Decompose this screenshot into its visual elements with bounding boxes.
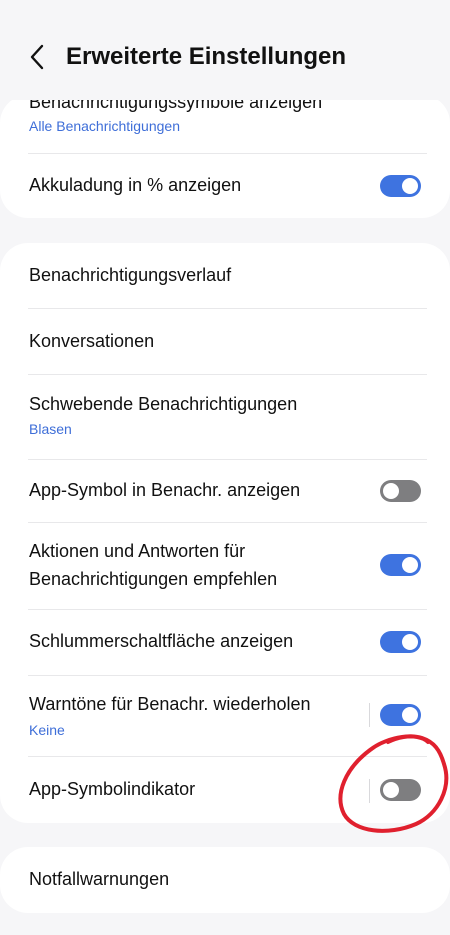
back-button[interactable] — [20, 40, 54, 74]
vertical-separator — [369, 779, 370, 803]
setting-label: App-Symbolindikator — [29, 779, 196, 799]
setting-label: Schlummerschaltfläche anzeigen — [29, 631, 294, 651]
setting-suggest-actions-replies[interactable]: Aktionen und Antworten für Benachrichtig… — [0, 523, 450, 609]
snooze-button-toggle[interactable] — [380, 631, 421, 653]
setting-conversations[interactable]: Konversationen — [0, 309, 450, 374]
setting-notification-icons[interactable]: Benachrichtigungssymbole anzeigen Alle B… — [0, 95, 450, 153]
setting-floating-notifications[interactable]: Schwebende Benachrichtigungen Blasen — [0, 375, 450, 459]
setting-label-line2: Benachrichtigungen empfehlen — [29, 569, 278, 589]
vertical-separator — [369, 703, 370, 727]
repeat-sounds-toggle[interactable] — [380, 704, 421, 726]
setting-emergency-alerts[interactable]: Notfallwarnungen — [0, 847, 450, 913]
setting-label: Warntöne für Benachr. wiederholen — [29, 694, 311, 714]
toggle-knob — [383, 483, 399, 499]
toggle-knob — [402, 634, 418, 650]
suggest-actions-toggle[interactable] — [380, 554, 421, 576]
setting-app-icon-badges[interactable]: App-Symbolindikator — [0, 757, 450, 823]
setting-label: App-Symbol in Benachr. anzeigen — [29, 480, 301, 500]
toggle-knob — [402, 707, 418, 723]
setting-label-line1: Aktionen und Antworten für — [29, 541, 246, 561]
setting-snooze-button[interactable]: Schlummerschaltfläche anzeigen — [0, 610, 450, 675]
toggle-knob — [402, 557, 418, 573]
page-title: Erweiterte Einstellungen — [66, 43, 347, 70]
app-icon-badges-toggle[interactable] — [380, 779, 421, 801]
setting-label: Konversationen — [29, 331, 155, 351]
chevron-left-icon — [30, 44, 44, 70]
setting-label: Notfallwarnungen — [29, 869, 170, 889]
app-icon-notifications-toggle[interactable] — [380, 480, 421, 502]
setting-subtitle: Keine — [29, 722, 65, 738]
setting-subtitle: Alle Benachrichtigungen — [29, 118, 180, 134]
settings-group-status-bar: Benachrichtigungssymbole anzeigen Alle B… — [0, 95, 450, 218]
settings-group-notifications: Benachrichtigungsverlauf Konversationen … — [0, 243, 450, 823]
setting-label: Schwebende Benachrichtigungen — [29, 394, 298, 414]
setting-label: Akkuladung in % anzeigen — [29, 175, 242, 195]
setting-label: Benachrichtigungsverlauf — [29, 265, 232, 285]
app-bar: Erweiterte Einstellungen — [0, 0, 450, 100]
battery-percentage-toggle[interactable] — [380, 175, 421, 197]
settings-group-emergency: Notfallwarnungen — [0, 847, 450, 913]
toggle-knob — [402, 178, 418, 194]
setting-app-icon-in-notifications[interactable]: App-Symbol in Benachr. anzeigen — [0, 460, 450, 522]
setting-repeat-notification-sounds[interactable]: Warntöne für Benachr. wiederholen Keine — [0, 676, 450, 756]
setting-battery-percentage[interactable]: Akkuladung in % anzeigen — [0, 154, 450, 218]
setting-subtitle: Blasen — [29, 421, 72, 437]
toggle-knob — [383, 782, 399, 798]
setting-notification-history[interactable]: Benachrichtigungsverlauf — [0, 243, 450, 308]
